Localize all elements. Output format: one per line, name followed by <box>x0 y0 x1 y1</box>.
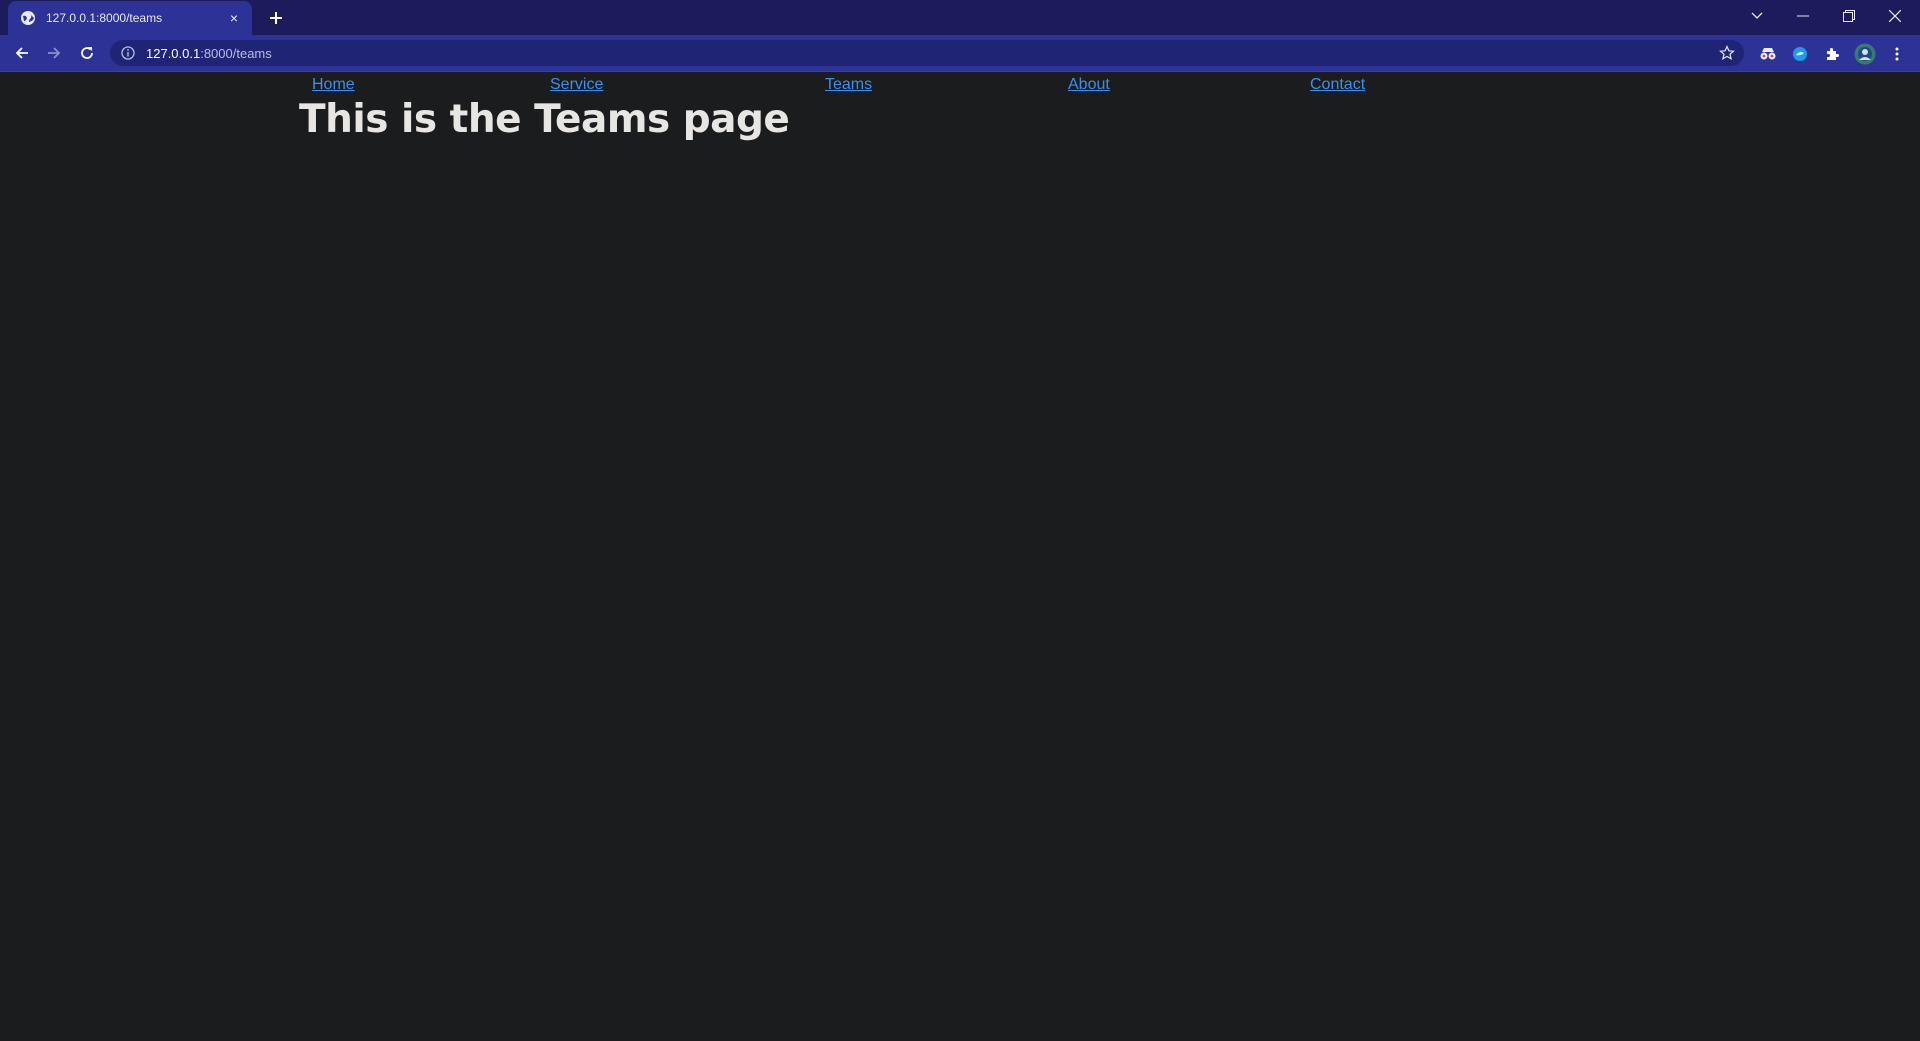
close-icon <box>1889 10 1901 22</box>
extension-blue-icon[interactable] <box>1789 43 1811 65</box>
url-host: 127.0.0.1 <box>146 45 201 61</box>
info-icon[interactable] <box>120 45 136 61</box>
incognito-glasses-icon[interactable] <box>1757 43 1779 65</box>
reload-icon <box>81 47 93 59</box>
minimize-icon <box>1797 15 1809 17</box>
address-bar[interactable]: 127.0.0.1 :8000/teams <box>110 40 1744 66</box>
restore-button[interactable] <box>1826 0 1872 32</box>
nav-link-teams[interactable]: Teams <box>825 76 872 94</box>
url-path: :8000/teams <box>200 45 272 61</box>
tab-search-button[interactable] <box>1734 0 1780 32</box>
reload-button[interactable] <box>73 39 101 67</box>
window-close-button[interactable] <box>1872 0 1918 32</box>
menu-dots-icon[interactable] <box>1886 43 1908 65</box>
plus-icon <box>270 12 282 24</box>
arrow-left-icon <box>15 47 28 59</box>
nav-link-contact[interactable]: Contact <box>1310 76 1365 94</box>
nav-link-service[interactable]: Service <box>550 76 603 94</box>
tab-strip: 127.0.0.1:8000/teams × <box>0 0 1920 35</box>
profile-avatar[interactable] <box>1854 43 1876 65</box>
chevron-down-icon <box>1751 12 1763 19</box>
tab-close-icon[interactable]: × <box>224 8 244 28</box>
page-title: This is the Teams page <box>299 97 790 142</box>
bookmark-star-icon[interactable] <box>1718 44 1736 62</box>
browser-toolbar: 127.0.0.1 :8000/teams <box>0 35 1920 72</box>
new-tab-button[interactable] <box>263 5 289 31</box>
globe-icon <box>20 10 36 26</box>
tab-title: 127.0.0.1:8000/teams <box>46 11 163 25</box>
restore-icon <box>1843 10 1855 22</box>
page-content: Home Service Teams About Contact This is… <box>0 72 1920 1041</box>
nav-link-about[interactable]: About <box>1068 76 1110 94</box>
minimize-button[interactable] <box>1780 0 1826 32</box>
nav-link-home[interactable]: Home <box>312 76 355 94</box>
back-button[interactable] <box>8 39 36 67</box>
puzzle-icon[interactable] <box>1822 43 1844 65</box>
forward-button[interactable] <box>40 39 68 67</box>
arrow-right-icon <box>48 47 61 59</box>
browser-tab-active[interactable]: 127.0.0.1:8000/teams × <box>8 1 252 35</box>
